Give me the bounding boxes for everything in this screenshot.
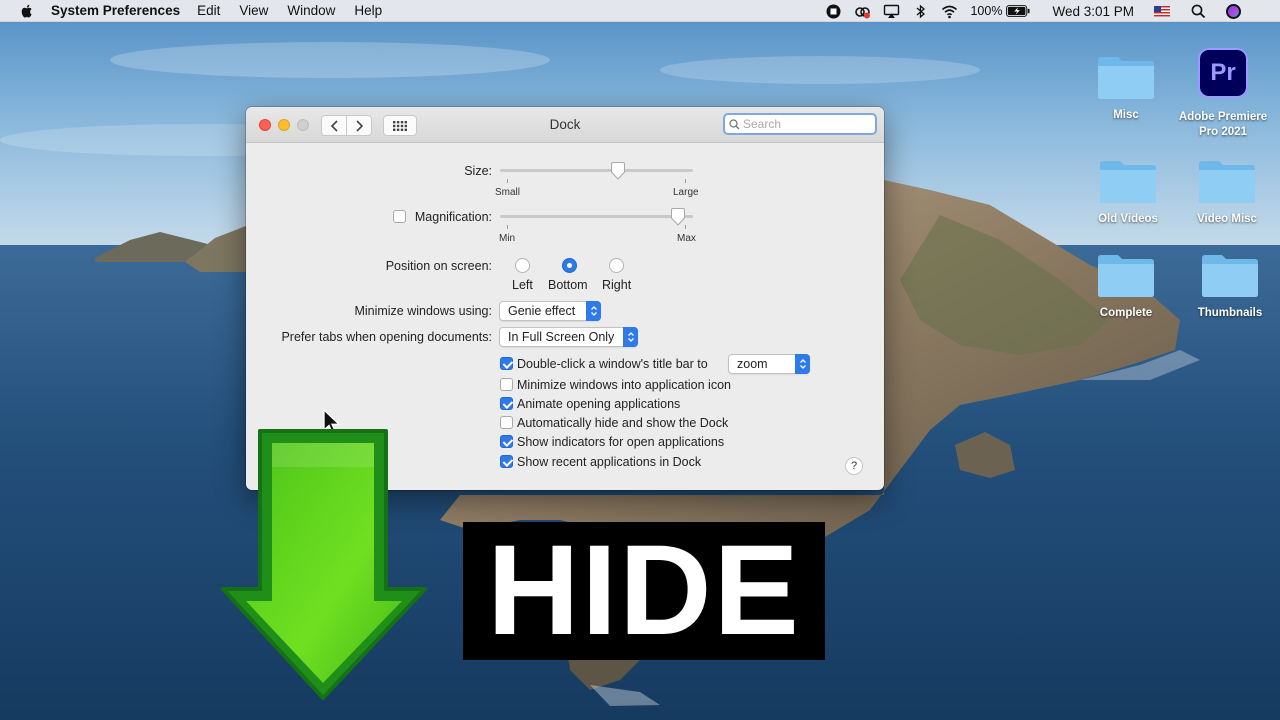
folder-icon <box>1098 255 1154 297</box>
desktop-folder-complete[interactable]: Complete <box>1076 252 1176 321</box>
popup-stepper <box>623 327 638 347</box>
window-titlebar[interactable]: Dock <box>246 107 884 143</box>
position-left-label: Left <box>512 278 533 292</box>
size-slider-thumb[interactable] <box>610 162 626 180</box>
prefer-tabs-label: Prefer tabs when opening documents: <box>281 330 492 344</box>
desktop-icon-label: Complete <box>1099 307 1153 319</box>
spotlight-search-icon[interactable] <box>1190 3 1207 20</box>
double-click-title-bar-checkbox[interactable] <box>500 357 513 370</box>
auto-hide-dock-label: Automatically hide and show the Dock <box>517 416 729 430</box>
magnification-label: Magnification: <box>414 210 492 224</box>
menu-bar-clock[interactable]: Wed 3:01 PM <box>1052 4 1134 19</box>
desktop-icon-label: Misc <box>1113 109 1139 121</box>
position-left-radio[interactable] <box>515 258 530 273</box>
desktop-icon-label: Old Videos <box>1098 213 1158 225</box>
premiere-pro-badge: Pr <box>1210 59 1236 86</box>
search-field[interactable] <box>723 113 877 135</box>
double-click-action-popup[interactable]: zoom <box>728 354 810 374</box>
battery-percentage: 100% <box>970 4 1003 18</box>
popup-stepper <box>586 301 601 321</box>
up-down-chevron-icon <box>799 359 806 369</box>
prefer-tabs-popup[interactable]: In Full Screen Only <box>499 327 638 347</box>
menu-view[interactable]: View <box>239 3 268 18</box>
creative-cloud-icon[interactable] <box>854 3 871 20</box>
slider-tick <box>507 225 508 229</box>
magnification-slider-thumb[interactable] <box>670 208 686 226</box>
bluetooth-icon[interactable] <box>912 3 929 20</box>
size-slider-track[interactable] <box>500 169 693 172</box>
show-recent-apps-label: Show recent applications in Dock <box>517 455 702 469</box>
search-icon <box>729 118 740 129</box>
desktop-folder-video-misc[interactable]: Video Misc <box>1177 158 1277 227</box>
premiere-pro-icon: Pr <box>1198 48 1248 98</box>
size-label: Size: <box>464 164 492 178</box>
popup-stepper <box>795 354 810 374</box>
magnification-slider-track[interactable] <box>500 215 693 218</box>
position-bottom-label: Bottom <box>548 278 588 292</box>
wifi-icon[interactable] <box>941 3 958 20</box>
magnification-max-label: Max <box>677 233 696 244</box>
desktop-folder-misc[interactable]: Misc <box>1076 54 1176 123</box>
magnification-checkbox[interactable] <box>393 210 406 223</box>
show-indicators-checkbox[interactable] <box>500 435 513 448</box>
auto-hide-dock-checkbox[interactable] <box>500 416 513 429</box>
up-down-chevron-icon <box>627 332 634 342</box>
airplay-icon[interactable] <box>883 3 900 20</box>
desktop-icon-label: Adobe Premiere Pro 2021 <box>1178 111 1268 138</box>
minimize-into-app-icon-checkbox[interactable] <box>500 378 513 391</box>
prefer-tabs-value: In Full Screen Only <box>508 330 615 344</box>
hide-caption: HIDE <box>463 522 825 660</box>
double-click-title-bar-label: Double-click a window's title bar to <box>517 357 708 371</box>
minimize-label: Minimize windows using: <box>354 304 492 318</box>
desktop-app-premiere-pro[interactable]: Pr Adobe Premiere Pro 2021 <box>1173 48 1273 140</box>
slider-tick <box>685 179 686 183</box>
folder-icon <box>1100 161 1156 203</box>
record-stop-icon[interactable] <box>825 3 842 20</box>
slider-tick <box>507 179 508 183</box>
minimize-effect-value: Genie effect <box>508 304 576 318</box>
folder-icon <box>1202 255 1258 297</box>
position-bottom-radio[interactable] <box>562 258 577 273</box>
menu-window[interactable]: Window <box>287 3 335 18</box>
siri-icon[interactable] <box>1225 3 1242 20</box>
menu-edit[interactable]: Edit <box>197 3 220 18</box>
menu-bar: System Preferences Edit View Window Help… <box>0 0 1280 22</box>
position-right-radio[interactable] <box>609 258 624 273</box>
down-arrow-icon <box>221 429 427 700</box>
desktop-folder-old-videos[interactable]: Old Videos <box>1078 158 1178 227</box>
minimize-into-app-icon-label: Minimize windows into application icon <box>517 378 731 392</box>
us-flag-icon[interactable] <box>1154 5 1170 17</box>
menu-bar-status-area: 100% Wed 3:01 PM <box>825 0 1280 22</box>
size-min-label: Small <box>495 187 521 198</box>
battery-icon[interactable] <box>1006 5 1030 17</box>
position-label: Position on screen: <box>385 259 492 273</box>
size-max-label: Large <box>673 187 699 198</box>
magnification-min-label: Min <box>499 233 516 244</box>
minimize-effect-popup[interactable]: Genie effect <box>499 301 601 321</box>
menu-app-name[interactable]: System Preferences <box>51 3 180 18</box>
desktop-icon-label: Video Misc <box>1197 213 1257 225</box>
desktop-icon-label: Thumbnails <box>1197 307 1263 319</box>
show-indicators-label: Show indicators for open applications <box>517 435 725 449</box>
show-recent-apps-checkbox[interactable] <box>500 455 513 468</box>
up-down-chevron-icon <box>590 306 597 316</box>
double-click-action-value: zoom <box>737 357 768 371</box>
search-input[interactable] <box>743 117 871 131</box>
help-button[interactable]: ? <box>845 457 863 475</box>
folder-icon <box>1098 57 1154 99</box>
animate-opening-checkbox[interactable] <box>500 397 513 410</box>
apple-menu-icon[interactable] <box>19 3 35 19</box>
desktop-folder-thumbnails[interactable]: Thumbnails <box>1180 252 1280 321</box>
folder-icon <box>1199 161 1255 203</box>
animate-opening-label: Animate opening applications <box>517 397 681 411</box>
menu-help[interactable]: Help <box>354 3 382 18</box>
position-right-label: Right <box>602 278 632 292</box>
